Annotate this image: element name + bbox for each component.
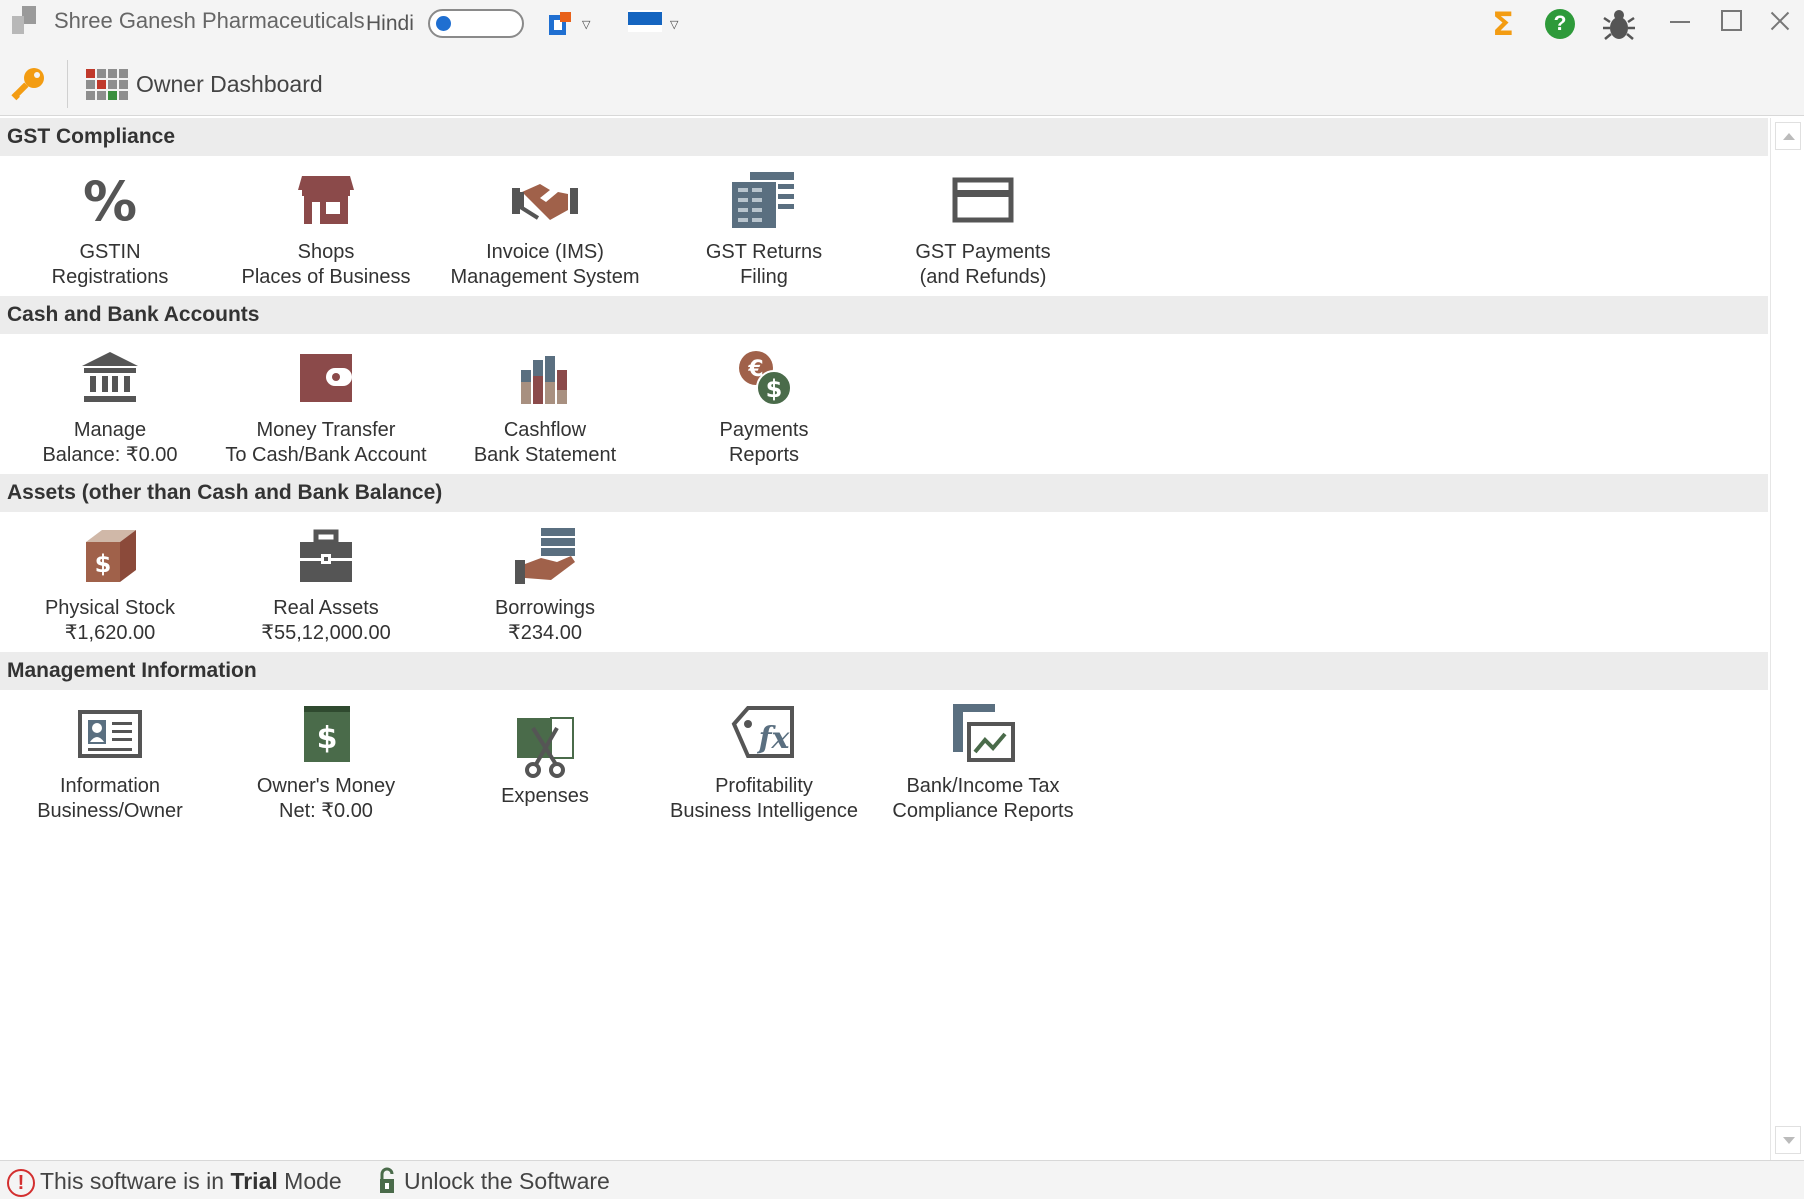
currency-coins-icon: € $ (739, 351, 792, 406)
returns-icon (732, 172, 794, 228)
section-header-cash-bank: Cash and Bank Accounts (0, 296, 1768, 334)
tile-shops[interactable]: Shops Places of Business (216, 156, 436, 296)
help-icon[interactable]: ? (1545, 9, 1575, 39)
office-icon (549, 12, 571, 35)
chevron-down-icon: ▽ (670, 19, 679, 31)
dashboard-content: GST Compliance % GSTIN Registrations Shop… (0, 118, 1768, 1160)
lock-icon (380, 1167, 394, 1193)
toggle-knob (436, 16, 451, 31)
svg-text:$: $ (95, 550, 112, 578)
tile-profitability[interactable]: fx Profitability Business Intelligence (654, 690, 874, 830)
section-header-management: Management Information (0, 652, 1768, 690)
svg-text:fx: fx (757, 721, 791, 756)
tile-label: Profitability Business Intelligence (670, 775, 858, 822)
tile-payments-reports[interactable]: € $ Payments Reports (654, 334, 874, 474)
scroll-down-button[interactable] (1775, 1126, 1801, 1154)
tile-money-transfer[interactable]: Money Transfer To Cash/Bank Account (216, 334, 436, 474)
tile-physical-stock[interactable]: $ Physical Stock ₹1,620.00 (0, 512, 220, 652)
flag-icon (628, 10, 662, 32)
tile-real-assets[interactable]: Real Assets ₹55,12,000.00 (216, 512, 436, 652)
sigma-icon[interactable]: Σ (1486, 6, 1520, 42)
svg-text:$: $ (766, 375, 783, 403)
tile-expenses[interactable]: Expenses (435, 690, 655, 830)
tile-label: GST Payments (and Refunds) (915, 241, 1051, 288)
key-icon[interactable] (8, 64, 48, 104)
card-icon (952, 177, 1014, 223)
svg-text:%: % (83, 170, 137, 232)
section-header-gst: GST Compliance (0, 118, 1768, 156)
tile-label: Physical Stock ₹1,620.00 (44, 597, 176, 644)
tile-borrowings[interactable]: Borrowings ₹234.00 (435, 512, 655, 652)
handshake-icon (512, 184, 578, 220)
status-bar: ! This software is in Trial Mode Unlock … (0, 1160, 1804, 1199)
title-bar: Shree Ganesh Pharmaceuticals Hindi ▽ ▽ Σ… (0, 0, 1804, 52)
toolbar-divider (67, 60, 68, 108)
tile-gstin-registrations[interactable]: % GSTIN Registrations (0, 156, 220, 296)
tile-label: Real Assets ₹55,12,000.00 (261, 597, 391, 644)
maximize-button[interactable] (1708, 4, 1752, 40)
tile-owners-money[interactable]: $ Owner's Money Net: ₹0.00 (216, 690, 436, 830)
tile-label: Owner's Money Net: ₹0.00 (256, 775, 396, 822)
function-tag-icon: fx (731, 706, 794, 758)
cashflow-chart-icon (521, 356, 567, 404)
wallet-icon (300, 354, 352, 402)
tile-label: Manage Balance: ₹0.00 (42, 419, 178, 466)
tile-label: Expenses (501, 785, 589, 807)
tile-label: GST Returns Filing (705, 241, 823, 288)
tile-label: Invoice (IMS) Management System (450, 241, 640, 288)
svg-text:$: $ (317, 721, 338, 756)
borrowing-hand-icon (515, 528, 575, 584)
shop-icon (298, 176, 354, 224)
scissors-icon (517, 717, 574, 778)
trial-mode-text: This software is in Trial Mode (40, 1168, 342, 1194)
tile-label: Payments Reports (719, 419, 809, 466)
scroll-up-button[interactable] (1775, 122, 1801, 150)
tile-label: Cashflow Bank Statement (473, 419, 617, 466)
close-button[interactable] (1758, 4, 1802, 40)
toolbar: Owner Dashboard (0, 52, 1804, 116)
tile-business-information[interactable]: Information Business/Owner (0, 690, 220, 830)
tile-label: Bank/Income Tax Compliance Reports (892, 775, 1074, 822)
tile-label: Money Transfer To Cash/Bank Account (225, 419, 427, 466)
tile-gst-payments[interactable]: GST Payments (and Refunds) (873, 156, 1093, 296)
tile-gst-returns[interactable]: GST Returns Filing (654, 156, 874, 296)
app-title: Shree Ganesh Pharmaceuticals (54, 8, 365, 33)
briefcase-icon (300, 529, 352, 582)
owner-dashboard-button[interactable]: Owner Dashboard (86, 62, 323, 106)
dashboard-label: Owner Dashboard (136, 70, 323, 97)
percent-icon: % (83, 170, 137, 232)
tile-compliance-reports[interactable]: Bank/Income Tax Compliance Reports (873, 690, 1093, 830)
language-toggle[interactable] (428, 9, 524, 38)
money-book-icon: $ (304, 706, 350, 762)
tile-label: Information Business/Owner (37, 775, 183, 822)
tile-cashflow[interactable]: Cashflow Bank Statement (435, 334, 655, 474)
tile-label: Shops Places of Business (241, 241, 411, 288)
report-chart-icon (953, 704, 1015, 762)
unlock-software-button[interactable]: Unlock the Software (378, 1165, 610, 1197)
bank-icon (82, 352, 138, 402)
tile-label: Borrowings ₹234.00 (494, 597, 596, 644)
tile-manage-balance[interactable]: Manage Balance: ₹0.00 (0, 334, 220, 474)
id-card-icon (78, 710, 142, 758)
warning-icon: ! (7, 1169, 35, 1197)
chevron-down-icon: ▽ (582, 19, 591, 31)
flag-dropdown-button[interactable]: ▽ (628, 8, 684, 38)
office-dropdown-button[interactable]: ▽ (546, 10, 596, 40)
language-label: Hindi (366, 12, 414, 35)
bug-icon[interactable] (1602, 6, 1636, 42)
app-logo-icon (12, 6, 36, 34)
minimize-button[interactable] (1658, 4, 1702, 40)
section-header-assets: Assets (other than Cash and Bank Balance… (0, 474, 1768, 512)
dashboard-grid-icon (86, 68, 128, 100)
tile-label: GSTIN Registrations (51, 241, 169, 288)
stock-box-icon: $ (86, 530, 136, 582)
tile-invoice-ims[interactable]: Invoice (IMS) Management System (435, 156, 655, 296)
vertical-scrollbar[interactable] (1770, 118, 1804, 1160)
